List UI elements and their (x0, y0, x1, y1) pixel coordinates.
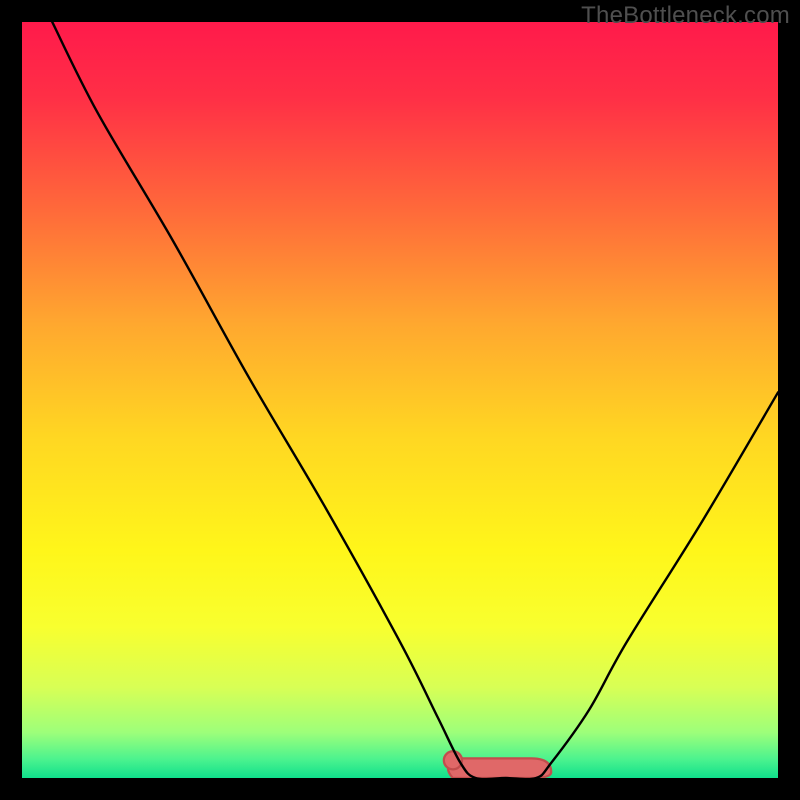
chart-frame: TheBottleneck.com (0, 0, 800, 800)
watermark-text: TheBottleneck.com (581, 2, 790, 30)
bottleneck-curve (52, 22, 778, 778)
plot-area (22, 22, 778, 778)
curve-layer (22, 22, 778, 778)
